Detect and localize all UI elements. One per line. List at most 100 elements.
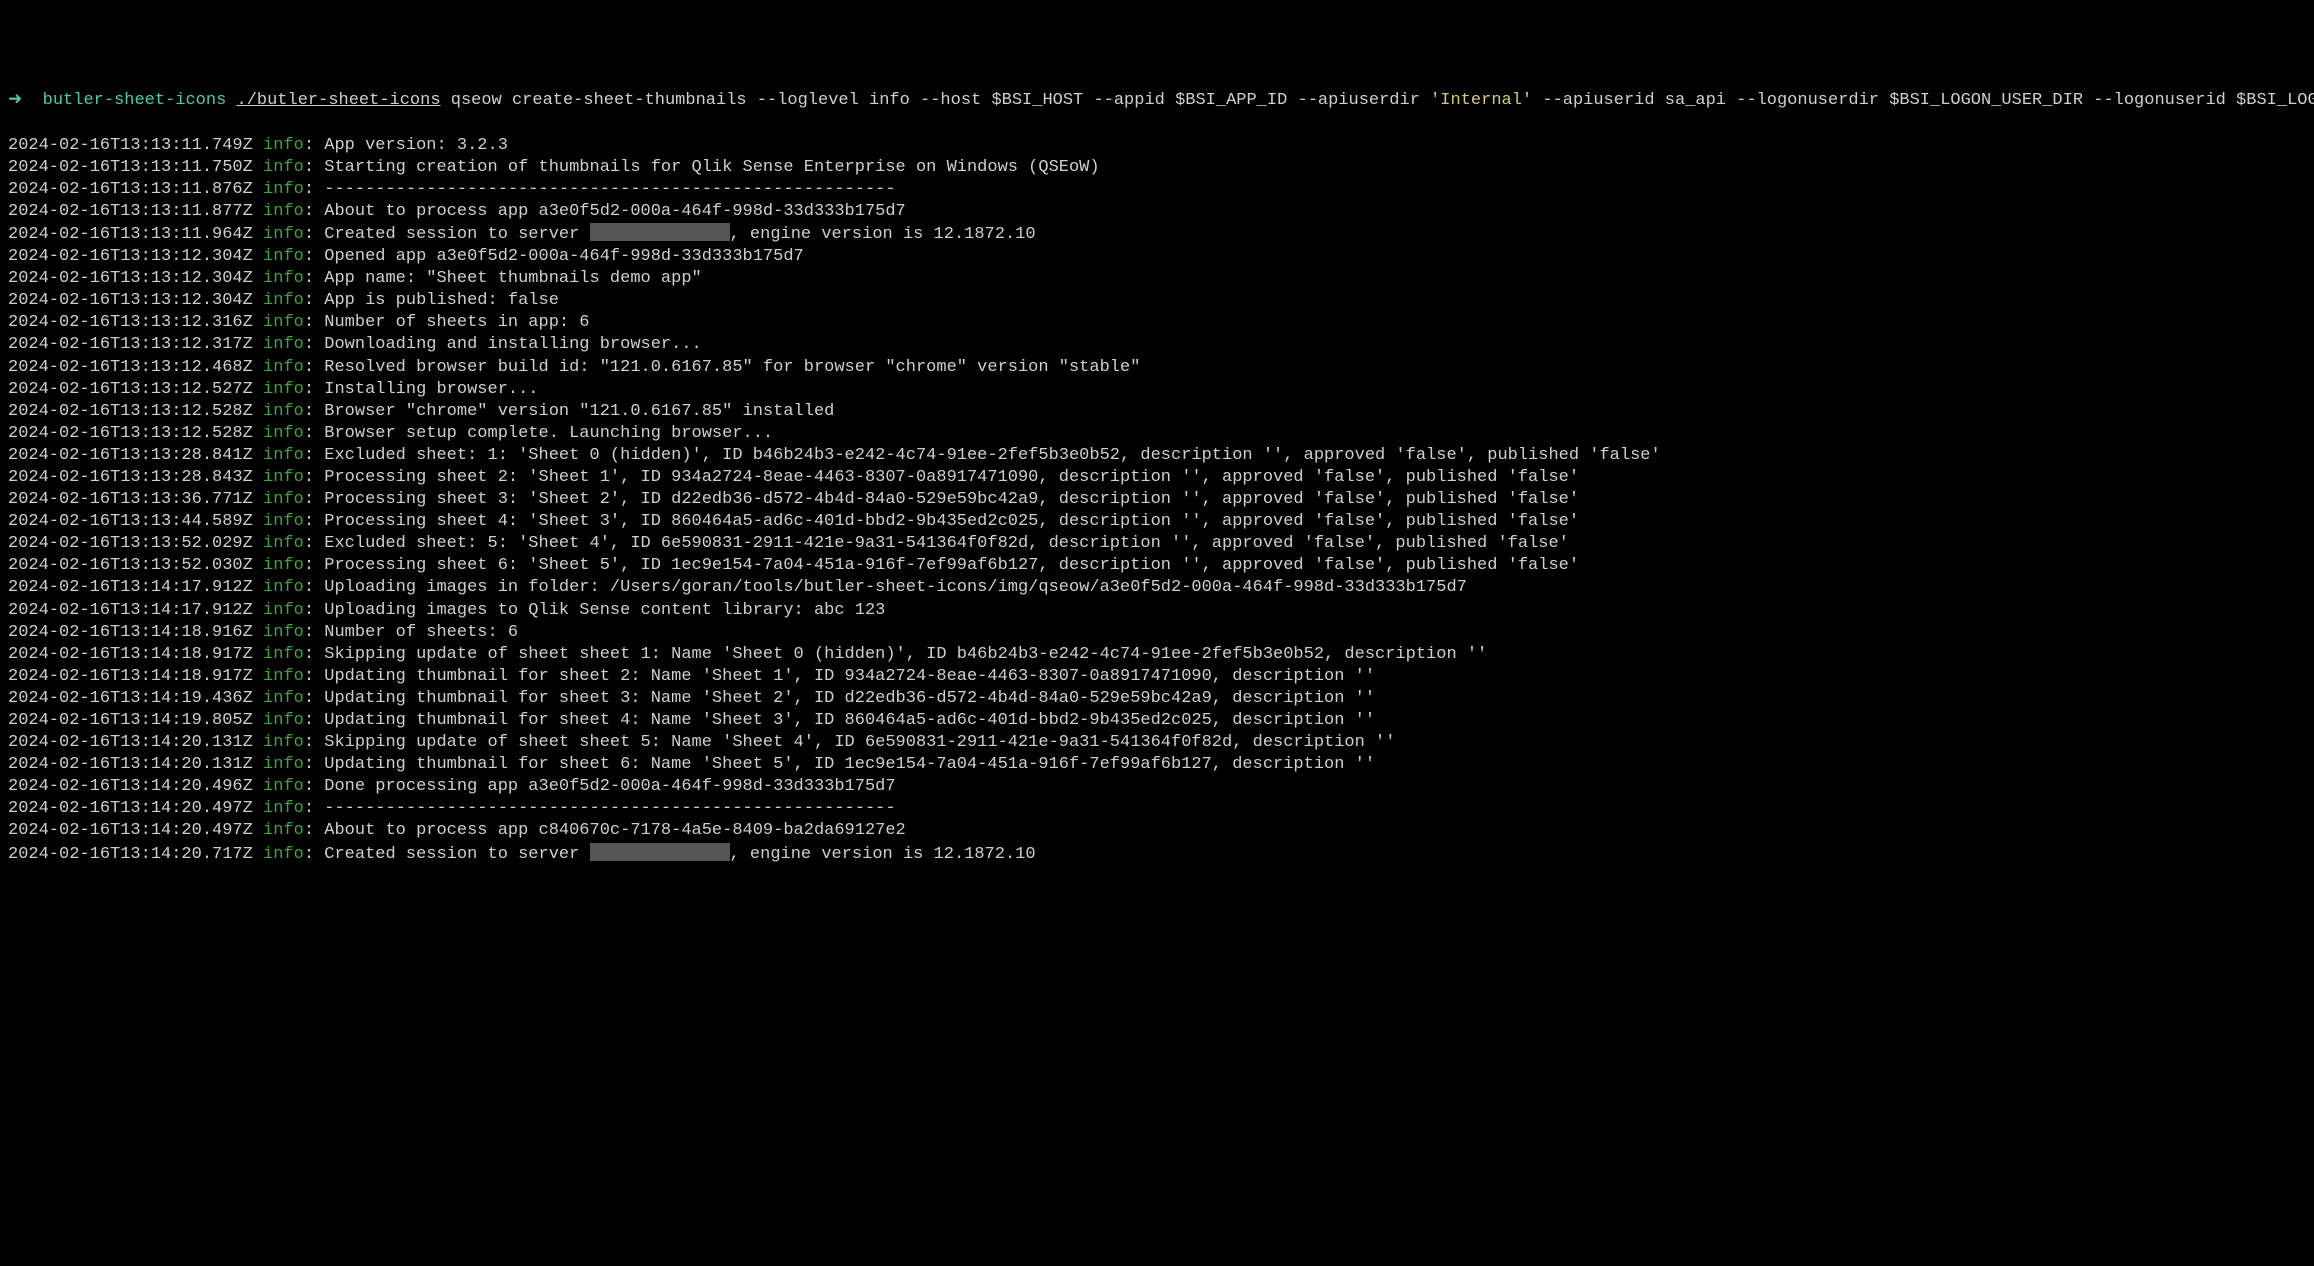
timestamp: 2024-02-16T13:13:11.749Z bbox=[8, 136, 253, 155]
timestamp: 2024-02-16T13:13:36.771Z bbox=[8, 490, 253, 509]
log-message: : Downloading and installing browser... bbox=[304, 335, 702, 354]
log-line: 2024-02-16T13:13:12.304Z info: App is pu… bbox=[8, 290, 2306, 312]
timestamp: 2024-02-16T13:13:12.527Z bbox=[8, 380, 253, 399]
timestamp: 2024-02-16T13:14:17.912Z bbox=[8, 601, 253, 620]
log-line: 2024-02-16T13:13:28.841Z info: Excluded … bbox=[8, 445, 2306, 467]
timestamp: 2024-02-16T13:13:12.304Z bbox=[8, 247, 253, 266]
log-message: : Processing sheet 6: 'Sheet 5', ID 1ec9… bbox=[304, 556, 1579, 575]
log-level: info bbox=[263, 402, 304, 421]
timestamp: 2024-02-16T13:14:18.916Z bbox=[8, 623, 253, 642]
log-line: 2024-02-16T13:14:18.916Z info: Number of… bbox=[8, 622, 2306, 644]
log-line: 2024-02-16T13:13:52.029Z info: Excluded … bbox=[8, 533, 2306, 555]
timestamp: 2024-02-16T13:14:20.717Z bbox=[8, 845, 253, 864]
log-line: 2024-02-16T13:14:17.912Z info: Uploading… bbox=[8, 577, 2306, 599]
log-line: 2024-02-16T13:13:12.527Z info: Installin… bbox=[8, 379, 2306, 401]
log-message: : Resolved browser build id: "121.0.6167… bbox=[304, 358, 1141, 377]
terminal-output: 2024-02-16T13:13:11.749Z info: App versi… bbox=[8, 135, 2306, 866]
redacted-hostname bbox=[590, 843, 730, 861]
log-level: info bbox=[263, 424, 304, 443]
log-message: : Uploading images in folder: /Users/gor… bbox=[304, 578, 1467, 597]
log-message: : Updating thumbnail for sheet 4: Name '… bbox=[304, 711, 1375, 730]
log-line: 2024-02-16T13:13:11.964Z info: Created s… bbox=[8, 223, 2306, 246]
log-line: 2024-02-16T13:13:11.877Z info: About to … bbox=[8, 201, 2306, 223]
log-message: : Updating thumbnail for sheet 3: Name '… bbox=[304, 689, 1375, 708]
log-level: info bbox=[263, 269, 304, 288]
log-line: 2024-02-16T13:14:18.917Z info: Skipping … bbox=[8, 644, 2306, 666]
timestamp: 2024-02-16T13:13:12.304Z bbox=[8, 269, 253, 288]
log-line: 2024-02-16T13:13:12.528Z info: Browser "… bbox=[8, 401, 2306, 423]
timestamp: 2024-02-16T13:14:20.496Z bbox=[8, 777, 253, 796]
timestamp: 2024-02-16T13:14:20.131Z bbox=[8, 733, 253, 752]
log-level: info bbox=[263, 711, 304, 730]
log-message: : Processing sheet 4: 'Sheet 3', ID 8604… bbox=[304, 512, 1579, 531]
log-level: info bbox=[263, 689, 304, 708]
timestamp: 2024-02-16T13:13:11.876Z bbox=[8, 180, 253, 199]
log-line: 2024-02-16T13:13:44.589Z info: Processin… bbox=[8, 511, 2306, 533]
log-message: : Done processing app a3e0f5d2-000a-464f… bbox=[304, 777, 896, 796]
timestamp: 2024-02-16T13:13:11.964Z bbox=[8, 225, 253, 244]
timestamp: 2024-02-16T13:13:12.316Z bbox=[8, 313, 253, 332]
log-message: : Installing browser... bbox=[304, 380, 539, 399]
log-line: 2024-02-16T13:13:12.528Z info: Browser s… bbox=[8, 423, 2306, 445]
timestamp: 2024-02-16T13:13:12.468Z bbox=[8, 358, 253, 377]
log-message: : Processing sheet 3: 'Sheet 2', ID d22e… bbox=[304, 490, 1579, 509]
log-line: 2024-02-16T13:13:28.843Z info: Processin… bbox=[8, 467, 2306, 489]
timestamp: 2024-02-16T13:13:12.528Z bbox=[8, 402, 253, 421]
log-message: : Skipping update of sheet sheet 5: Name… bbox=[304, 733, 1396, 752]
log-message: : App name: "Sheet thumbnails demo app" bbox=[304, 269, 702, 288]
command-bin: ./butler-sheet-icons bbox=[237, 91, 441, 110]
log-line: 2024-02-16T13:13:12.304Z info: App name:… bbox=[8, 268, 2306, 290]
log-line: 2024-02-16T13:13:52.030Z info: Processin… bbox=[8, 555, 2306, 577]
log-line: 2024-02-16T13:13:12.316Z info: Number of… bbox=[8, 312, 2306, 334]
log-line: 2024-02-16T13:14:19.436Z info: Updating … bbox=[8, 688, 2306, 710]
timestamp: 2024-02-16T13:14:18.917Z bbox=[8, 667, 253, 686]
log-line: 2024-02-16T13:14:20.497Z info: ---------… bbox=[8, 798, 2306, 820]
log-line: 2024-02-16T13:14:20.131Z info: Skipping … bbox=[8, 732, 2306, 754]
log-level: info bbox=[263, 777, 304, 796]
log-level: info bbox=[263, 556, 304, 575]
log-level: info bbox=[263, 313, 304, 332]
timestamp: 2024-02-16T13:14:19.805Z bbox=[8, 711, 253, 730]
timestamp: 2024-02-16T13:13:52.029Z bbox=[8, 534, 253, 553]
timestamp: 2024-02-16T13:14:18.917Z bbox=[8, 645, 253, 664]
timestamp: 2024-02-16T13:13:12.317Z bbox=[8, 335, 253, 354]
log-line: 2024-02-16T13:14:17.912Z info: Uploading… bbox=[8, 600, 2306, 622]
log-line: 2024-02-16T13:13:12.317Z info: Downloadi… bbox=[8, 334, 2306, 356]
log-line: 2024-02-16T13:14:20.717Z info: Created s… bbox=[8, 843, 2306, 866]
log-message: : --------------------------------------… bbox=[304, 180, 896, 199]
cmd-q1: 'Internal' bbox=[1430, 91, 1532, 110]
log-level: info bbox=[263, 512, 304, 531]
log-level: info bbox=[263, 380, 304, 399]
timestamp: 2024-02-16T13:13:12.528Z bbox=[8, 424, 253, 443]
timestamp: 2024-02-16T13:14:19.436Z bbox=[8, 689, 253, 708]
log-level: info bbox=[263, 225, 304, 244]
log-level: info bbox=[263, 601, 304, 620]
cmd-p2: --apiuserid sa_api --logonuserdir $BSI_L… bbox=[1532, 91, 2314, 110]
log-level: info bbox=[263, 291, 304, 310]
prompt-arrow-icon: ➜ bbox=[8, 91, 22, 110]
timestamp: 2024-02-16T13:13:12.304Z bbox=[8, 291, 253, 310]
log-level: info bbox=[263, 845, 304, 864]
log-message: : --------------------------------------… bbox=[304, 799, 896, 818]
log-message: : Updating thumbnail for sheet 6: Name '… bbox=[304, 755, 1375, 774]
log-level: info bbox=[263, 755, 304, 774]
log-level: info bbox=[263, 136, 304, 155]
log-message: : Browser setup complete. Launching brow… bbox=[304, 424, 773, 443]
log-message: : Number of sheets: 6 bbox=[304, 623, 518, 642]
log-message: : Starting creation of thumbnails for Ql… bbox=[304, 158, 1100, 177]
log-message: : Skipping update of sheet sheet 1: Name… bbox=[304, 645, 1487, 664]
timestamp: 2024-02-16T13:13:52.030Z bbox=[8, 556, 253, 575]
log-line: 2024-02-16T13:14:19.805Z info: Updating … bbox=[8, 710, 2306, 732]
log-message: : Processing sheet 2: 'Sheet 1', ID 934a… bbox=[304, 468, 1579, 487]
log-message: : Uploading images to Qlik Sense content… bbox=[304, 601, 886, 620]
log-level: info bbox=[263, 490, 304, 509]
log-line: 2024-02-16T13:14:20.131Z info: Updating … bbox=[8, 754, 2306, 776]
log-line: 2024-02-16T13:13:36.771Z info: Processin… bbox=[8, 489, 2306, 511]
log-line: 2024-02-16T13:13:11.750Z info: Starting … bbox=[8, 157, 2306, 179]
log-message: : App version: 3.2.3 bbox=[304, 136, 508, 155]
log-level: info bbox=[263, 358, 304, 377]
log-level: info bbox=[263, 335, 304, 354]
log-level: info bbox=[263, 667, 304, 686]
log-message: : Browser "chrome" version "121.0.6167.8… bbox=[304, 402, 835, 421]
timestamp: 2024-02-16T13:13:44.589Z bbox=[8, 512, 253, 531]
